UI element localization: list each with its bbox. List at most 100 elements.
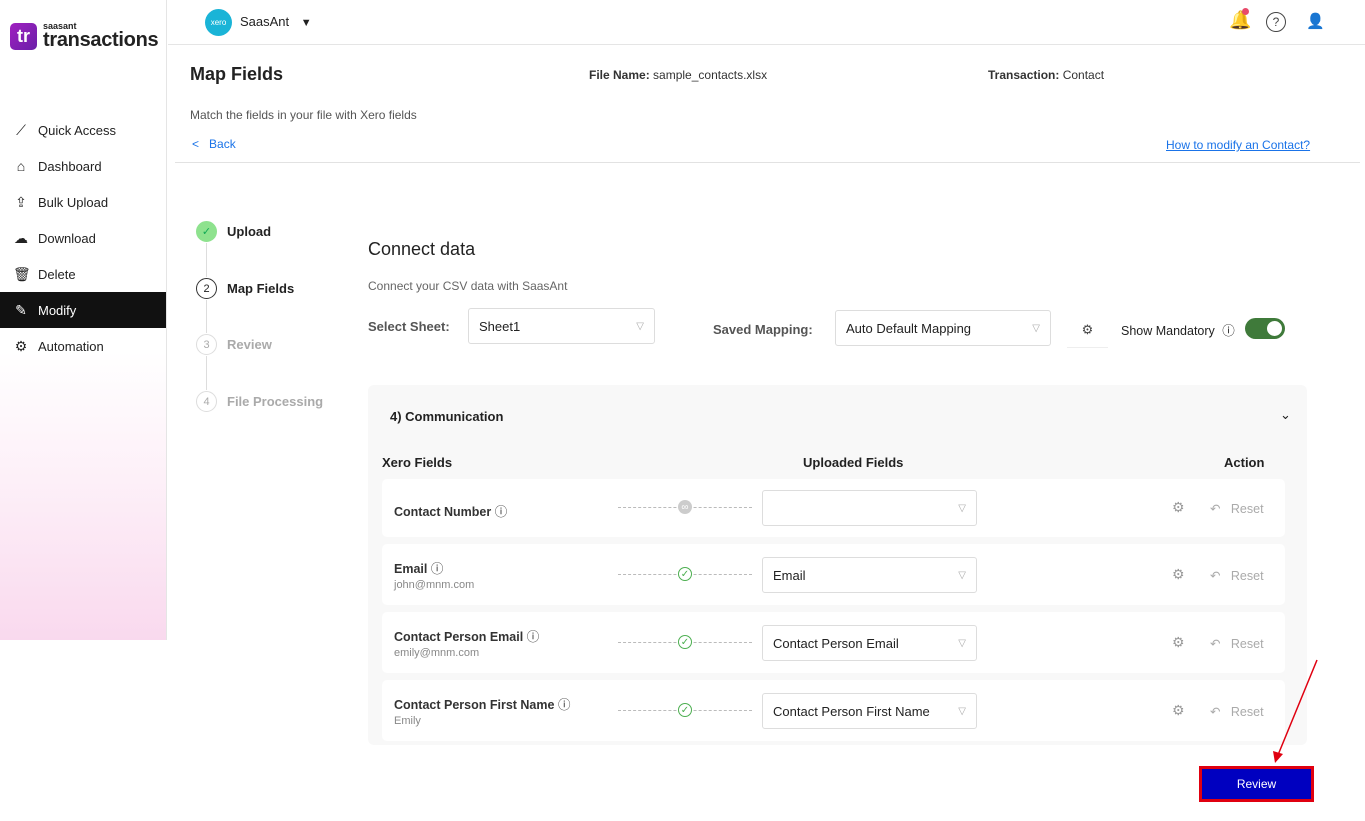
review-button[interactable]: Review	[1199, 766, 1314, 802]
user-settings-icon[interactable]: 👤	[1306, 12, 1325, 30]
sheet-label: Select Sheet:	[368, 319, 450, 334]
transaction-type: Transaction: Contact	[988, 68, 1104, 82]
chevron-down-icon: ▽	[958, 569, 966, 581]
logo-mark: tr	[10, 22, 37, 50]
step-number: 3	[196, 334, 217, 355]
sheet-value: Sheet1	[479, 318, 521, 334]
chart-line-icon: ⟋	[16, 121, 26, 138]
annotation-arrow-icon	[1273, 659, 1318, 763]
mapping-label: Saved Mapping:	[713, 322, 813, 337]
col-xero-fields: Xero Fields	[382, 455, 453, 470]
txn-label: Transaction:	[988, 68, 1060, 82]
edit-icon: ✎	[15, 301, 27, 318]
nav-label: Quick Access	[38, 122, 117, 138]
file-name: File Name: sample_contacts.xlsx	[589, 68, 767, 82]
org-switcher[interactable]: SaasAnt ▼	[240, 14, 312, 29]
chevron-down-icon: ▽	[1032, 322, 1040, 334]
nav-label: Delete	[38, 266, 76, 282]
chevron-down-icon: ▽	[636, 320, 644, 332]
step-connector	[206, 356, 207, 390]
reset-button[interactable]: ↶ Reset	[1210, 501, 1264, 516]
nav-modify[interactable]: ✎ Modify	[0, 292, 166, 328]
nav-automation[interactable]: ⚙ Automation	[0, 328, 166, 364]
nav-label: Modify	[38, 302, 77, 318]
chevron-left-icon: <	[192, 137, 200, 151]
nav-delete[interactable]: 🗑 Delete	[0, 256, 166, 292]
mandatory-text: Show Mandatory	[1121, 324, 1215, 338]
step-label: Upload	[227, 224, 272, 239]
step-upload: ✓ Upload	[196, 221, 271, 242]
nav-bulk-upload[interactable]: ⇪ Bulk Upload	[0, 184, 166, 220]
field-name: Contact Number ⓘ	[394, 505, 508, 519]
col-uploaded-fields: Uploaded Fields	[803, 455, 904, 470]
field-row: Contact Person First Name ⓘ Emily ✓ Cont…	[382, 680, 1285, 741]
nav-menu: ⟋ Quick Access ⌂ Dashboard ⇪ Bulk Upload ☁ D…	[0, 112, 166, 364]
check-circle-icon: ✓	[678, 567, 692, 581]
reset-button[interactable]: ↶ Reset	[1210, 704, 1264, 719]
field-row: Contact Number ⓘ ∞ ▽ ⚙ ↶ Reset	[382, 479, 1285, 537]
gear-icon[interactable]: ⚙	[1172, 702, 1185, 719]
show-mandatory-toggle[interactable]	[1245, 318, 1285, 339]
nav-dashboard[interactable]: ⌂ Dashboard	[0, 148, 166, 184]
logo[interactable]: tr saasant transactions	[10, 22, 159, 51]
uploaded-field-select[interactable]: Contact Person First Name ▽	[762, 693, 977, 729]
check-circle-icon: ✓	[678, 703, 692, 717]
info-icon: ⓘ	[557, 698, 571, 712]
nav-label: Dashboard	[38, 158, 102, 174]
upload-icon: ⇪	[15, 193, 27, 210]
uploaded-field-select[interactable]: Contact Person Email ▽	[762, 625, 977, 661]
brand-name: transactions	[43, 29, 159, 51]
chevron-down-icon: ▼	[300, 17, 312, 29]
file-label: File Name:	[589, 68, 650, 82]
field-example: emily@mnm.com	[394, 647, 480, 659]
uploaded-field-select[interactable]: Email ▽	[762, 557, 977, 593]
help-link[interactable]: How to modify an Contact?	[1166, 138, 1310, 152]
cloud-download-icon: ☁	[14, 229, 28, 246]
step-number: 2	[196, 278, 217, 299]
select-value: Contact Person First Name	[773, 703, 930, 719]
chevron-down-icon[interactable]: ⌄	[1280, 407, 1291, 423]
info-icon: ⓘ	[1222, 324, 1235, 338]
nav-label: Bulk Upload	[38, 194, 109, 210]
check-icon: ✓	[196, 221, 217, 242]
step-label: Map Fields	[227, 281, 295, 296]
reset-button[interactable]: ↶ Reset	[1210, 636, 1264, 651]
gear-icon[interactable]: ⚙	[1172, 634, 1185, 651]
select-value: Email	[773, 567, 806, 583]
sheet-select[interactable]: Sheet1 ▽	[468, 308, 655, 344]
nav-quick-access[interactable]: ⟋ Quick Access	[0, 112, 166, 148]
mapping-settings-gear-icon[interactable]: ⚙	[1067, 312, 1108, 348]
field-name: Email ⓘ	[394, 562, 444, 576]
nav-label: Download	[38, 230, 96, 246]
step-connector	[206, 243, 207, 277]
page-title: Map Fields	[190, 64, 284, 84]
mapping-select[interactable]: Auto Default Mapping ▽	[835, 310, 1051, 346]
section-title: Connect data	[368, 239, 476, 259]
info-icon: ⓘ	[526, 630, 540, 644]
gears-icon: ⚙	[14, 337, 28, 354]
col-action: Action	[1224, 455, 1265, 470]
bell-icon[interactable]: 🔔	[1229, 8, 1251, 31]
back-link[interactable]: < Back	[192, 137, 236, 151]
section-desc: Connect your CSV data with SaasAnt	[368, 279, 568, 293]
link-icon: ∞	[678, 500, 692, 514]
back-label: Back	[209, 137, 236, 151]
nav-download[interactable]: ☁ Download	[0, 220, 166, 256]
reset-button[interactable]: ↶ Reset	[1210, 568, 1264, 583]
help-icon[interactable]: ?	[1266, 12, 1286, 32]
section-header[interactable]: 4) Communication	[390, 409, 503, 424]
gear-icon[interactable]: ⚙	[1172, 566, 1185, 583]
step-label: Review	[227, 337, 272, 352]
nav-label: Automation	[38, 338, 104, 354]
field-example: Emily	[394, 715, 421, 727]
info-icon: ⓘ	[494, 505, 508, 519]
chevron-down-icon: ▽	[958, 705, 966, 717]
uploaded-field-select[interactable]: ▽	[762, 490, 977, 526]
step-label: File Processing	[227, 394, 324, 409]
gear-icon[interactable]: ⚙	[1172, 499, 1185, 516]
org-name: SaasAnt	[240, 14, 290, 29]
field-row: Email ⓘ john@mnm.com ✓ Email ▽ ⚙ ↶ Reset	[382, 544, 1285, 605]
field-row: Contact Person Email ⓘ emily@mnm.com ✓ C…	[382, 612, 1285, 673]
page-subtitle: Match the fields in your file with Xero …	[190, 108, 417, 122]
xero-logo: xero	[205, 9, 232, 36]
